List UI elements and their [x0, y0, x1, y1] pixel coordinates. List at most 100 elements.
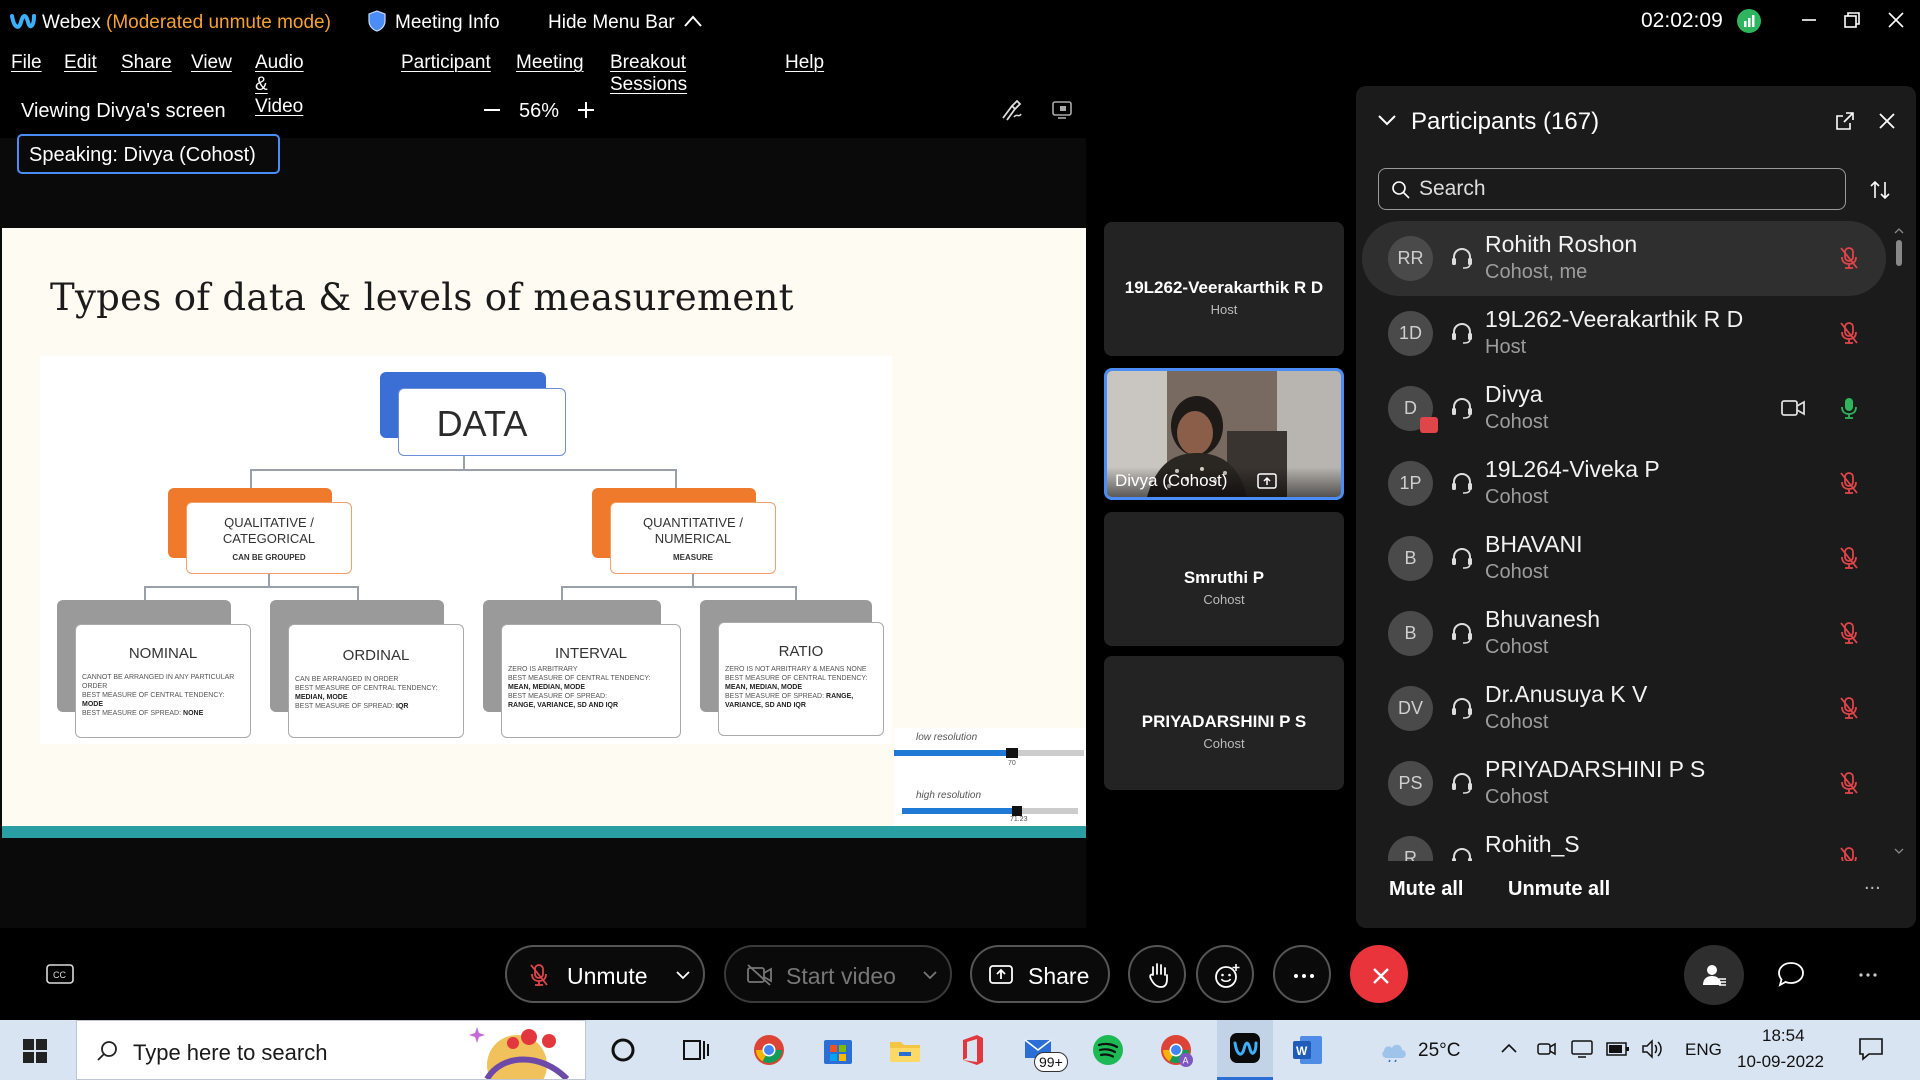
leave-meeting-button[interactable] [1350, 945, 1408, 1003]
participant-row[interactable]: 1D 19L262-Veerakarthik R D Host [1362, 296, 1886, 371]
taskbar-date[interactable]: 10-09-2022 [1737, 1052, 1824, 1072]
unmute-button[interactable]: Unmute [505, 945, 705, 1003]
chrome-icon[interactable] [751, 1032, 787, 1068]
more-options-button[interactable]: ... [1864, 872, 1881, 895]
network-health-icon[interactable] [1737, 9, 1761, 33]
participant-row[interactable]: 1P 19L264-Viveka P Cohost [1362, 446, 1886, 521]
participant-row[interactable]: R Rohith_S [1362, 821, 1886, 861]
restore-icon[interactable] [1840, 8, 1864, 32]
temperature[interactable]: 25°C [1418, 1040, 1460, 1062]
more-controls-button[interactable] [1273, 945, 1331, 1003]
mic-on-icon[interactable] [1837, 395, 1861, 421]
menu-file[interactable]: File [11, 52, 42, 74]
annotate-icon[interactable] [1000, 98, 1024, 122]
participant-row[interactable]: B Bhuvanesh Cohost [1362, 596, 1886, 671]
windows-start-icon[interactable] [22, 1038, 48, 1064]
menu-edit[interactable]: Edit [64, 52, 97, 74]
menu-meeting[interactable]: Meeting [516, 52, 584, 74]
reactions-button[interactable] [1196, 945, 1254, 1003]
mic-muted-icon[interactable] [1837, 320, 1861, 346]
participant-row[interactable]: PS PRIYADARSHINI P S Cohost [1362, 746, 1886, 821]
mic-muted-icon[interactable] [1837, 245, 1861, 271]
chevron-up-icon[interactable] [683, 14, 703, 28]
unmute-all-button[interactable]: Unmute all [1508, 878, 1610, 901]
remote-control-icon[interactable] [1050, 98, 1074, 122]
zoom-level[interactable]: 56% [519, 100, 559, 123]
zoom-in-icon[interactable] [576, 98, 596, 122]
taskbar-time[interactable]: 18:54 [1762, 1026, 1805, 1046]
notifications-icon[interactable] [1857, 1036, 1885, 1062]
pop-out-icon[interactable] [1834, 110, 1856, 132]
participant-role: Host [1485, 336, 1527, 358]
mic-muted-icon[interactable] [1837, 770, 1861, 796]
weather-icon[interactable] [1378, 1036, 1412, 1062]
menu-view[interactable]: View [191, 52, 232, 74]
more-panels-icon[interactable] [1858, 972, 1878, 978]
office-icon[interactable] [955, 1032, 991, 1068]
participant-search[interactable] [1378, 168, 1846, 210]
zoom-out-icon[interactable] [482, 98, 502, 122]
spotify-icon[interactable] [1090, 1032, 1126, 1068]
sort-icon[interactable] [1868, 178, 1892, 202]
participant-name: Dr.Anusuya K V [1485, 681, 1648, 707]
participant-row[interactable]: D Divya Cohost [1362, 371, 1886, 446]
participant-row[interactable]: DV Dr.Anusuya K V Cohost [1362, 671, 1886, 746]
minimize-icon[interactable] [1797, 8, 1821, 32]
chevron-down-icon[interactable] [675, 969, 691, 981]
shield-icon[interactable] [368, 10, 386, 32]
webex-taskbar-active[interactable] [1217, 1020, 1273, 1080]
participant-row[interactable]: B BHAVANI Cohost [1362, 521, 1886, 596]
volume-icon[interactable] [1640, 1038, 1664, 1060]
menu-participant[interactable]: Participant [401, 52, 491, 74]
svg-text:CC: CC [53, 970, 66, 980]
quantitative-node: QUANTITATIVE / NUMERICAL MEASURE [610, 502, 776, 574]
headset-icon [1452, 622, 1472, 644]
meet-now-icon[interactable] [1535, 1038, 1557, 1060]
video-tile-smruthi[interactable]: Smruthi P Cohost [1104, 512, 1344, 646]
video-tile-divya[interactable]: Divya (Cohost) [1104, 368, 1344, 500]
participant-row[interactable]: RR Rohith Roshon Cohost, me [1362, 221, 1886, 296]
chevron-down-icon[interactable] [922, 969, 938, 981]
menu-breakout-sessions[interactable]: Breakout Sessions [610, 52, 687, 96]
chevron-up-icon[interactable] [1500, 1042, 1518, 1054]
meeting-info-button[interactable]: Meeting Info [395, 12, 500, 34]
raise-hand-button[interactable] [1128, 945, 1186, 1003]
mute-all-button[interactable]: Mute all [1389, 878, 1463, 901]
start-video-button[interactable]: Start video [724, 945, 952, 1003]
share-button[interactable]: Share [970, 945, 1110, 1003]
chevron-down-icon[interactable] [1376, 112, 1398, 128]
mic-muted-icon[interactable] [1837, 845, 1861, 861]
participant-role: Cohost [1485, 561, 1549, 583]
cortana-icon[interactable] [605, 1032, 641, 1068]
search-input[interactable] [1419, 175, 1819, 203]
menu-audio-video[interactable]: Audio & Video [255, 52, 304, 118]
mic-muted-icon[interactable] [1837, 545, 1861, 571]
chrome-profile-icon[interactable]: A [1158, 1032, 1194, 1068]
close-window-icon[interactable] [1884, 8, 1908, 32]
chat-icon[interactable] [1776, 960, 1806, 988]
menu-share[interactable]: Share [121, 52, 172, 74]
file-explorer-icon[interactable] [887, 1032, 923, 1068]
battery-icon[interactable] [1606, 1040, 1630, 1058]
task-view-icon[interactable] [678, 1032, 714, 1068]
tile-role: Cohost [1203, 592, 1245, 607]
mic-muted-icon[interactable] [1837, 620, 1861, 646]
participant-scrollbar[interactable] [1894, 226, 1904, 856]
display-icon[interactable] [1570, 1038, 1594, 1060]
menu-help[interactable]: Help [785, 52, 824, 74]
taskbar-search[interactable]: Type here to search [76, 1020, 586, 1080]
input-language[interactable]: ENG [1685, 1040, 1722, 1060]
word-icon[interactable]: W [1290, 1032, 1326, 1068]
microsoft-store-icon[interactable] [820, 1032, 856, 1068]
video-tile-priyadarshini[interactable]: PRIYADARSHINI P S Cohost [1104, 656, 1344, 790]
participants-toggle-button[interactable] [1684, 945, 1744, 1005]
participants-panel: Participants (167) RR Rohith Roshon Coho… [1356, 86, 1916, 928]
participant-name: 19L264-Viveka P [1485, 456, 1660, 482]
hide-menu-bar-button[interactable]: Hide Menu Bar [548, 12, 675, 34]
close-panel-icon[interactable] [1876, 110, 1898, 132]
captions-icon[interactable]: CC [46, 964, 74, 986]
participants-icon [1703, 965, 1726, 986]
mic-muted-icon[interactable] [1837, 695, 1861, 721]
mic-muted-icon[interactable] [1837, 470, 1861, 496]
video-tile-veerakarthik[interactable]: 19L262-Veerakarthik R D Host [1104, 222, 1344, 356]
